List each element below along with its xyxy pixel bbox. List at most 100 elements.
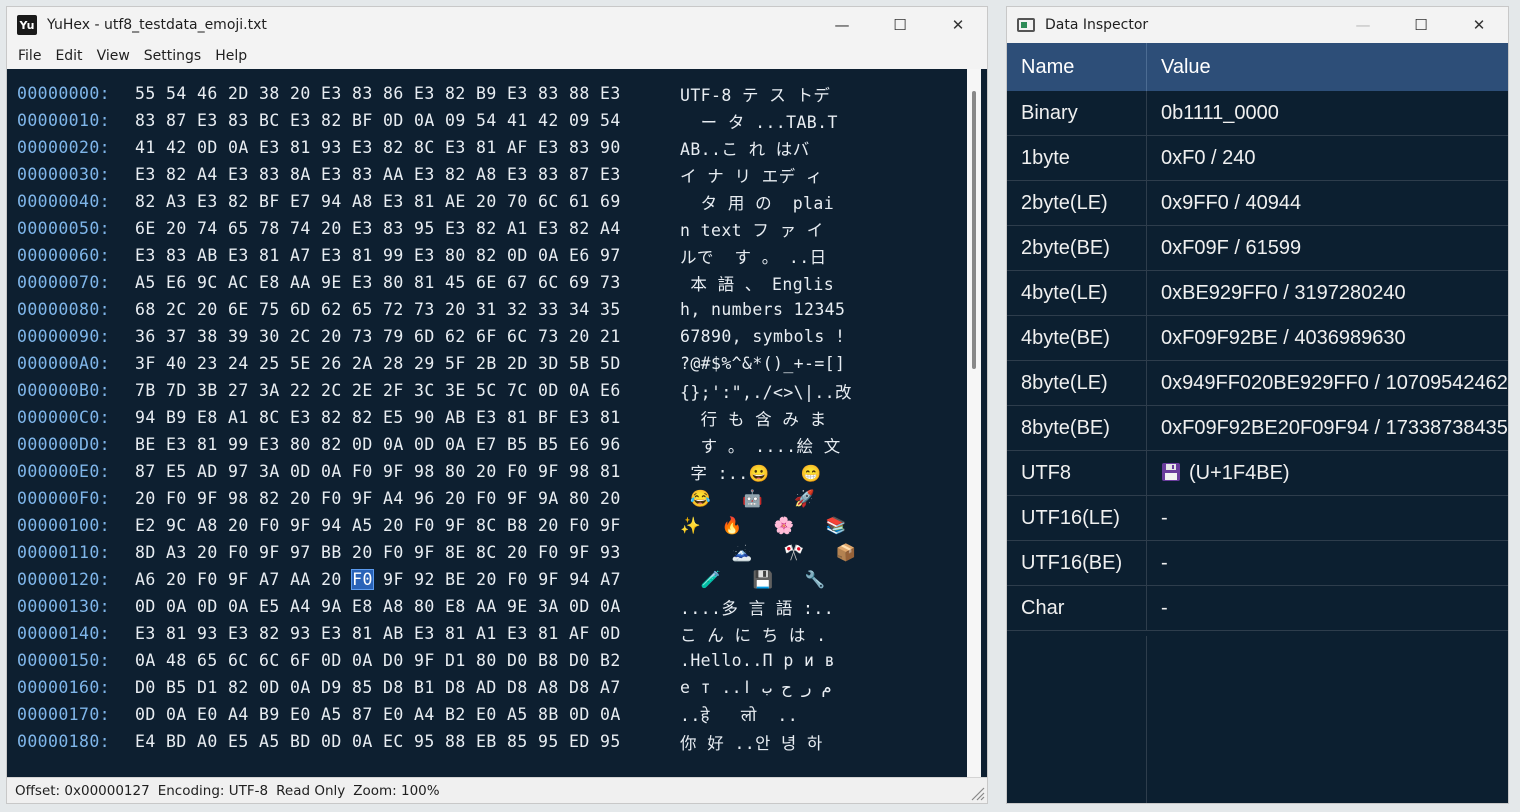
hex-row[interactable]: 000000B0: 7B 7D 3B 27 3A 22 2C 2E 2F 3C 3… — [17, 377, 857, 404]
row-bytes[interactable]: BE E3 81 99 E3 80 82 0D 0A 0D 0A E7 B5 B… — [135, 435, 680, 454]
row-bytes[interactable]: A5 E6 9C AC E8 AA 9E E3 80 81 45 6E 67 6… — [135, 273, 680, 292]
row-text[interactable]: h, numbers 12345 — [680, 300, 845, 319]
hex-row[interactable]: 00000160: D0 B5 D1 82 0D 0A D9 85 D8 B1 D… — [17, 674, 857, 701]
inspector-row[interactable]: 2byte(BE) 0xF09F / 61599 — [1007, 226, 1508, 271]
row-bytes[interactable]: 7B 7D 3B 27 3A 22 2C 2E 2F 3C 3E 5C 7C 0… — [135, 381, 680, 400]
hex-row[interactable]: 00000070: A5 E6 9C AC E8 AA 9E E3 80 81 4… — [17, 269, 857, 296]
resize-grip-icon[interactable] — [969, 785, 985, 801]
hex-row[interactable]: 00000030: E3 82 A4 E3 83 8A E3 83 AA E3 8… — [17, 161, 857, 188]
row-bytes[interactable]: 94 B9 E8 A1 8C E3 82 82 E5 90 AB E3 81 B… — [135, 408, 680, 427]
inspector-row[interactable]: 4byte(LE) 0xBE929FF0 / 3197280240 — [1007, 271, 1508, 316]
menu-settings[interactable]: Settings — [137, 48, 208, 64]
row-bytes[interactable]: 82 A3 E3 82 BF E7 94 A8 E3 81 AE 20 70 6… — [135, 192, 680, 211]
row-bytes[interactable]: D0 B5 D1 82 0D 0A D9 85 D8 B1 D8 AD D8 A… — [135, 678, 680, 697]
selected-byte[interactable]: F0 — [351, 569, 374, 590]
row-bytes[interactable]: 68 2C 20 6E 75 6D 62 65 72 73 20 31 32 3… — [135, 300, 680, 319]
row-text[interactable]: 67890, symbols ! — [680, 327, 845, 346]
row-text[interactable]: 字 :..😀 😁 — [680, 460, 821, 484]
hex-row[interactable]: 00000080: 68 2C 20 6E 75 6D 62 65 72 73 2… — [17, 296, 857, 323]
menu-edit[interactable]: Edit — [48, 48, 89, 64]
hex-row[interactable]: 00000040: 82 A3 E3 82 BF E7 94 A8 E3 81 A… — [17, 188, 857, 215]
row-bytes[interactable]: E3 81 93 E3 82 93 E3 81 AB E3 81 A1 E3 8… — [135, 624, 680, 643]
hex-row[interactable]: 000000D0: BE E3 81 99 E3 80 82 0D 0A 0D 0… — [17, 431, 857, 458]
hex-row[interactable]: 000000C0: 94 B9 E8 A1 8C E3 82 82 E5 90 A… — [17, 404, 857, 431]
row-text[interactable]: 行 も 含 み ま — [680, 406, 827, 430]
maximize-button[interactable]: ☐ — [871, 7, 929, 43]
inspector-row[interactable]: UTF16(LE) - — [1007, 496, 1508, 541]
menu-file[interactable]: File — [11, 48, 48, 64]
row-text[interactable]: ?@#$%^&*()_+-=[] — [680, 354, 845, 373]
row-text[interactable]: こ ん に ち は . — [680, 622, 827, 646]
row-bytes[interactable]: E4 BD A0 E5 A5 BD 0D 0A EC 95 88 EB 85 9… — [135, 732, 680, 751]
row-text[interactable]: 🗻 🎌 📦 — [680, 543, 857, 563]
row-bytes[interactable]: 20 F0 9F 98 82 20 F0 9F A4 96 20 F0 9F 9… — [135, 489, 680, 508]
row-bytes[interactable]: 41 42 0D 0A E3 81 93 E3 82 8C E3 81 AF E… — [135, 138, 680, 157]
row-bytes[interactable]: 8D A3 20 F0 9F 97 BB 20 F0 9F 8E 8C 20 F… — [135, 543, 680, 562]
inspector-row[interactable]: 1byte 0xF0 / 240 — [1007, 136, 1508, 181]
row-text[interactable]: .Hello..П р и в — [680, 651, 835, 670]
row-bytes[interactable]: 36 37 38 39 30 2C 20 73 79 6D 62 6F 6C 7… — [135, 327, 680, 346]
inspector-maximize-button[interactable]: ☐ — [1392, 7, 1450, 43]
hex-row[interactable]: 00000150: 0A 48 65 6C 6C 6F 0D 0A D0 9F D… — [17, 647, 857, 674]
row-bytes[interactable]: 87 E5 AD 97 3A 0D 0A F0 9F 98 80 20 F0 9… — [135, 462, 680, 481]
row-text[interactable]: 本 語 、 Englis — [680, 271, 834, 295]
row-text[interactable]: AB..こ れ はバ — [680, 136, 810, 160]
column-header-value[interactable]: Value — [1147, 56, 1211, 79]
row-bytes[interactable]: 6E 20 74 65 78 74 20 E3 83 95 E3 82 A1 E… — [135, 219, 680, 238]
row-text[interactable]: ✨ 🔥 🌸 📚 — [680, 516, 846, 536]
inspector-row[interactable]: 8byte(LE) 0x949FF020BE929FF0 / 1070954246… — [1007, 361, 1508, 406]
hex-row[interactable]: 00000020: 41 42 0D 0A E3 81 93 E3 82 8C E… — [17, 134, 857, 161]
title-bar[interactable]: Yu YuHex - utf8_testdata_emoji.txt — ☐ ✕ — [7, 7, 987, 43]
row-bytes[interactable]: 0D 0A 0D 0A E5 A4 9A E8 A8 80 E8 AA 9E 3… — [135, 597, 680, 616]
column-header-name[interactable]: Name — [1007, 43, 1147, 91]
row-text[interactable]: {};':",./<>\|..改 — [680, 379, 852, 403]
row-bytes[interactable]: 83 87 E3 83 BC E3 82 BF 0D 0A 09 54 41 4… — [135, 111, 680, 130]
row-bytes[interactable]: 3F 40 23 24 25 5E 26 2A 28 29 5F 2B 2D 3… — [135, 354, 680, 373]
hex-row[interactable]: 00000000: 55 54 46 2D 38 20 E3 83 86 E3 8… — [17, 80, 857, 107]
hex-row[interactable]: 00000120: A6 20 F0 9F A7 AA 20 F0 9F 92 B… — [17, 566, 857, 593]
hex-row[interactable]: 00000060: E3 83 AB E3 81 A7 E3 81 99 E3 8… — [17, 242, 857, 269]
inspector-row[interactable]: Binary 0b1111_0000 — [1007, 91, 1508, 136]
scrollbar-thumb[interactable] — [972, 91, 976, 369]
vertical-scrollbar[interactable] — [967, 69, 981, 779]
row-text[interactable]: イ ナ リ エデ ィ — [680, 163, 823, 187]
row-text[interactable]: n text フ ァ イ — [680, 217, 824, 241]
row-bytes[interactable]: 0A 48 65 6C 6C 6F 0D 0A D0 9F D1 80 D0 B… — [135, 651, 680, 670]
row-text[interactable]: ....多 言 語 :.. — [680, 595, 834, 619]
row-text[interactable]: 😂 🤖 🚀 — [680, 489, 815, 509]
inspector-row[interactable]: UTF16(BE) - — [1007, 541, 1508, 586]
inspector-close-button[interactable]: ✕ — [1450, 7, 1508, 43]
row-text[interactable]: 🧪 💾 🔧 — [680, 570, 826, 590]
hex-row[interactable]: 00000130: 0D 0A 0D 0A E5 A4 9A E8 A8 80 E… — [17, 593, 857, 620]
hex-row[interactable]: 00000090: 36 37 38 39 30 2C 20 73 79 6D 6… — [17, 323, 857, 350]
inspector-row[interactable]: 2byte(LE) 0x9FF0 / 40944 — [1007, 181, 1508, 226]
hex-row[interactable]: 00000110: 8D A3 20 F0 9F 97 BB 20 F0 9F 8… — [17, 539, 857, 566]
inspector-row[interactable]: UTF8 (U+1F4BE) — [1007, 451, 1508, 496]
inspector-row[interactable]: 8byte(BE) 0xF09F92BE20F09F94 / 1733873843… — [1007, 406, 1508, 451]
hex-view[interactable]: 00000000: 55 54 46 2D 38 20 E3 83 86 E3 8… — [7, 69, 987, 779]
inspector-title-bar[interactable]: Data Inspector — ☐ ✕ — [1007, 7, 1508, 43]
row-bytes[interactable]: 55 54 46 2D 38 20 E3 83 86 E3 82 B9 E3 8… — [135, 84, 680, 103]
hex-row[interactable]: 00000140: E3 81 93 E3 82 93 E3 81 AB E3 8… — [17, 620, 857, 647]
row-text[interactable]: ルで す 。 ..日 — [680, 244, 827, 268]
hex-row[interactable]: 00000170: 0D 0A E0 A4 B9 E0 A5 87 E0 A4 B… — [17, 701, 857, 728]
row-text[interactable]: タ 用 の plai — [680, 190, 834, 214]
row-bytes[interactable]: A6 20 F0 9F A7 AA 20 F0 9F 92 BE 20 F0 9… — [135, 569, 680, 590]
hex-row[interactable]: 00000180: E4 BD A0 E5 A5 BD 0D 0A EC 95 8… — [17, 728, 857, 755]
hex-row[interactable]: 000000E0: 87 E5 AD 97 3A 0D 0A F0 9F 98 8… — [17, 458, 857, 485]
row-bytes[interactable]: E3 83 AB E3 81 A7 E3 81 99 E3 80 82 0D 0… — [135, 246, 680, 265]
hex-row[interactable]: 00000050: 6E 20 74 65 78 74 20 E3 83 95 E… — [17, 215, 857, 242]
inspector-row[interactable]: Char - — [1007, 586, 1508, 631]
minimize-button[interactable]: — — [813, 7, 871, 43]
inspector-minimize-button[interactable]: — — [1334, 7, 1392, 43]
menu-view[interactable]: View — [90, 48, 137, 64]
row-text[interactable]: 你 好 ..안 녕 하 — [680, 730, 823, 754]
hex-row[interactable]: 00000100: E2 9C A8 20 F0 9F 94 A5 20 F0 9… — [17, 512, 857, 539]
menu-help[interactable]: Help — [208, 48, 254, 64]
row-text[interactable]: ー タ ...TAB.T — [680, 109, 838, 133]
row-bytes[interactable]: 0D 0A E0 A4 B9 E0 A5 87 E0 A4 B2 E0 A5 8… — [135, 705, 680, 724]
row-text[interactable]: ..हे लो .. — [680, 703, 798, 726]
row-text[interactable]: е т ..م ر ح ب ا — [680, 678, 831, 697]
hex-row[interactable]: 000000F0: 20 F0 9F 98 82 20 F0 9F A4 96 2… — [17, 485, 857, 512]
row-text[interactable]: す 。 ....絵 文 — [680, 433, 841, 457]
